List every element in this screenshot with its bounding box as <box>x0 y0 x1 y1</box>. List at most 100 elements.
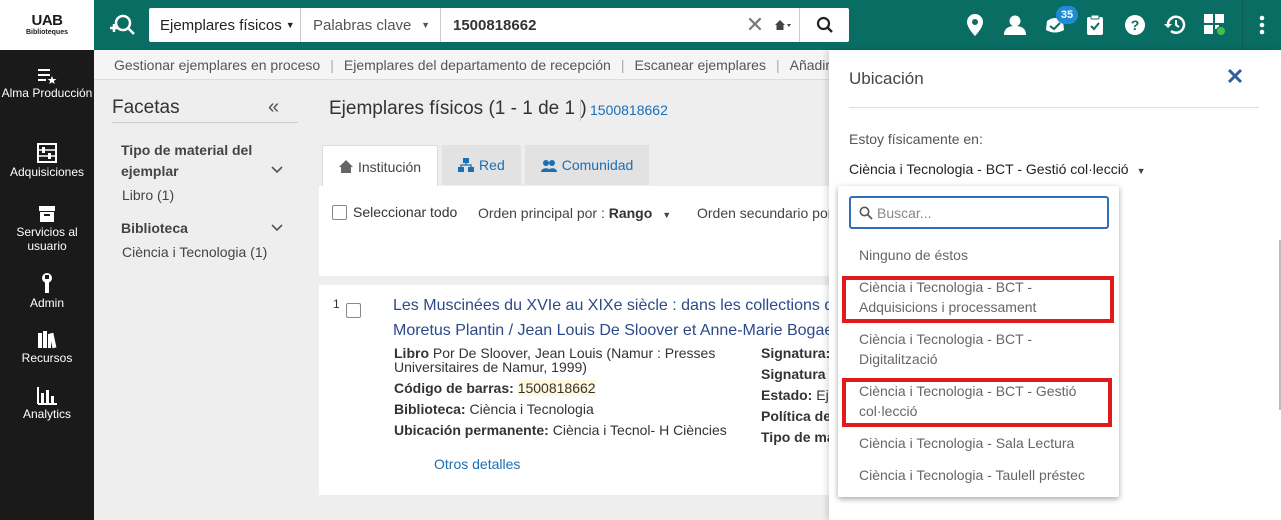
sort-secondary-label: Orden secundario por <box>697 205 833 221</box>
location-pin-icon[interactable] <box>955 0 995 50</box>
status-value: Eje <box>816 387 830 403</box>
result-checkbox[interactable] <box>346 303 361 318</box>
result-card: 1 Les Muscinées du XVIe au XIXe siècle :… <box>319 285 830 495</box>
location-selected-value: Ciència i Tecnologia - BCT - Gestió col·… <box>849 161 1129 177</box>
subnav-separator: | <box>620 56 625 73</box>
location-select[interactable]: Ciència i Tecnologia - BCT - Gestió col·… <box>849 161 1146 177</box>
tab-institucion[interactable]: Institución <box>322 145 439 187</box>
facet-group-title[interactable]: Biblioteca <box>121 218 271 239</box>
result-number: 1 <box>333 297 340 311</box>
widgets-icon[interactable] <box>1195 0 1235 50</box>
left-navigation: Alma Producción Adquisiciones Servicios … <box>0 50 94 520</box>
clipboard-icon[interactable] <box>1075 0 1115 50</box>
users-icon <box>540 159 557 172</box>
result-right-field: Signatura a <box>761 366 830 382</box>
result-library: Biblioteca: Ciència i Tecnologia <box>394 401 594 417</box>
help-icon[interactable]: ? <box>1115 0 1155 50</box>
select-all-checkbox[interactable] <box>332 204 347 220</box>
field-label: Signatura: <box>761 345 830 361</box>
select-all[interactable]: Seleccionar todo <box>332 204 457 220</box>
chevron-down-icon[interactable] <box>271 163 283 177</box>
dropdown-option[interactable]: Ninguno de éstos <box>859 245 1099 265</box>
subnav-separator: | <box>330 56 334 73</box>
divider <box>112 122 298 123</box>
nav-item-alma[interactable]: Alma Producción <box>0 68 94 100</box>
result-right-field: Estado: Eje <box>761 387 830 403</box>
user-icon[interactable] <box>995 0 1035 50</box>
library-value: Ciència i Tecnologia <box>469 401 594 417</box>
result-author-line: Universitaires de Namur, 1999) <box>394 359 587 375</box>
subnav-link[interactable]: Escanear ejemplares <box>634 57 766 73</box>
dropdown-option[interactable]: Ciència i Tecnologia - BCT - Digitalitza… <box>859 329 1099 369</box>
subnav-link[interactable]: Gestionar ejemplares en proceso <box>114 57 320 73</box>
top-bar: UAB Biblioteques Ejemplares físicos ▼ Pal… <box>0 0 1281 50</box>
facet-group-title[interactable]: Tipo de material del ejemplar <box>121 140 271 182</box>
highlight-box <box>842 276 1114 323</box>
result-title-line: Moretus Plantin / Jean Louis De Sloover … <box>393 322 830 339</box>
sort-primary-value: Rango <box>608 205 653 221</box>
books-icon <box>38 331 57 349</box>
nav-label-adquisiciones: Adquisiciones <box>9 165 85 179</box>
nav-item-recursos[interactable]: Recursos <box>0 331 94 365</box>
location-value: Ciència i Tecnol- H Ciències <box>552 422 727 438</box>
dropdown-option[interactable]: Ciència i Tecnologia - Taulell préstec <box>859 465 1099 485</box>
search-field-label: Palabras clave <box>313 16 412 34</box>
more-details-link[interactable]: Otros detalles <box>434 456 520 472</box>
facet-value[interactable]: Libro (1) <box>122 187 174 203</box>
location-dropdown: Buscar... Ninguno de éstos Ciència i Tec… <box>838 186 1119 497</box>
history-icon[interactable] <box>1155 0 1195 50</box>
nav-label-admin: Admin <box>29 296 64 310</box>
top-divider <box>1242 0 1243 50</box>
nav-label-recursos: Recursos <box>21 351 73 365</box>
field-label: Política de <box>761 408 830 424</box>
search-field-dropdown[interactable]: Palabras clave ▼ <box>301 8 441 42</box>
app-logo[interactable]: UAB Biblioteques <box>0 0 94 50</box>
sort-primary[interactable]: Orden principal por : Rango ▼ <box>478 205 671 221</box>
top-icons: 35 ? <box>955 0 1235 50</box>
search-bar: Ejemplares físicos ▼ Palabras clave ▼ 1500… <box>149 8 849 42</box>
alma-icon <box>38 69 57 84</box>
search-scope-label: Ejemplares físicos <box>160 16 282 34</box>
search-button[interactable] <box>799 8 849 42</box>
abacus-icon <box>37 143 57 163</box>
panel-title: Ubicación <box>849 69 924 88</box>
collapse-left-icon[interactable]: « <box>268 96 279 119</box>
field-label: Signatura a <box>761 366 830 382</box>
library-label: Biblioteca: <box>394 401 466 417</box>
home-icon[interactable] <box>767 8 799 42</box>
caret-down-icon: ▼ <box>662 210 672 220</box>
nav-label-analytics: Analytics <box>22 407 72 421</box>
nav-label-alma: Alma Producción <box>1 86 93 100</box>
tasks-icon[interactable]: 35 <box>1035 0 1078 50</box>
facets-title: Facetas <box>112 97 180 118</box>
subnav-link[interactable]: Añadir <box>790 57 830 73</box>
barcode-value: 1500818662 <box>517 380 596 396</box>
result-title[interactable]: Les Muscinées du XVIe au XIXe siècle : d… <box>393 293 830 343</box>
nav-item-adquisiciones[interactable]: Adquisiciones <box>0 143 94 179</box>
tab-red[interactable]: Red <box>442 145 521 185</box>
dropdown-search-input[interactable]: Buscar... <box>849 196 1109 229</box>
facet-value[interactable]: Ciència i Tecnologia (1) <box>122 244 267 260</box>
results-tabs: Institución Red Comunidad <box>322 145 653 187</box>
nav-item-servicios[interactable]: Servicios al usuario <box>0 205 94 253</box>
dropdown-option[interactable]: Ciència i Tecnologia - Sala Lectura <box>859 433 1099 453</box>
search-placeholder: Buscar... <box>877 204 932 221</box>
nav-item-analytics[interactable]: Analytics <box>0 387 94 421</box>
subnav-link[interactable]: Ejemplares del departamento de recepción <box>344 57 611 73</box>
close-icon[interactable] <box>1227 68 1243 87</box>
chevron-down-icon[interactable] <box>271 221 283 235</box>
logo-main-text: UAB <box>31 12 64 29</box>
result-location: Ubicación permanente: Ciència i Tecnol- … <box>394 422 727 438</box>
close-icon[interactable]: ✕ <box>743 8 767 42</box>
sort-secondary[interactable]: Orden secundario por <box>697 205 832 221</box>
search-query-link[interactable]: 1500818662 <box>590 102 668 118</box>
more-vertical-icon[interactable] <box>1250 0 1274 50</box>
tab-label: Institución <box>358 158 422 175</box>
field-label: Tipo de ma <box>761 429 830 445</box>
tab-comunidad[interactable]: Comunidad <box>524 145 650 185</box>
advanced-search-icon[interactable] <box>108 12 136 38</box>
search-input[interactable]: 1500818662 <box>441 8 743 42</box>
search-icon <box>816 16 833 33</box>
nav-item-admin[interactable]: Admin <box>0 272 94 310</box>
search-scope-dropdown[interactable]: Ejemplares físicos ▼ <box>149 8 301 42</box>
